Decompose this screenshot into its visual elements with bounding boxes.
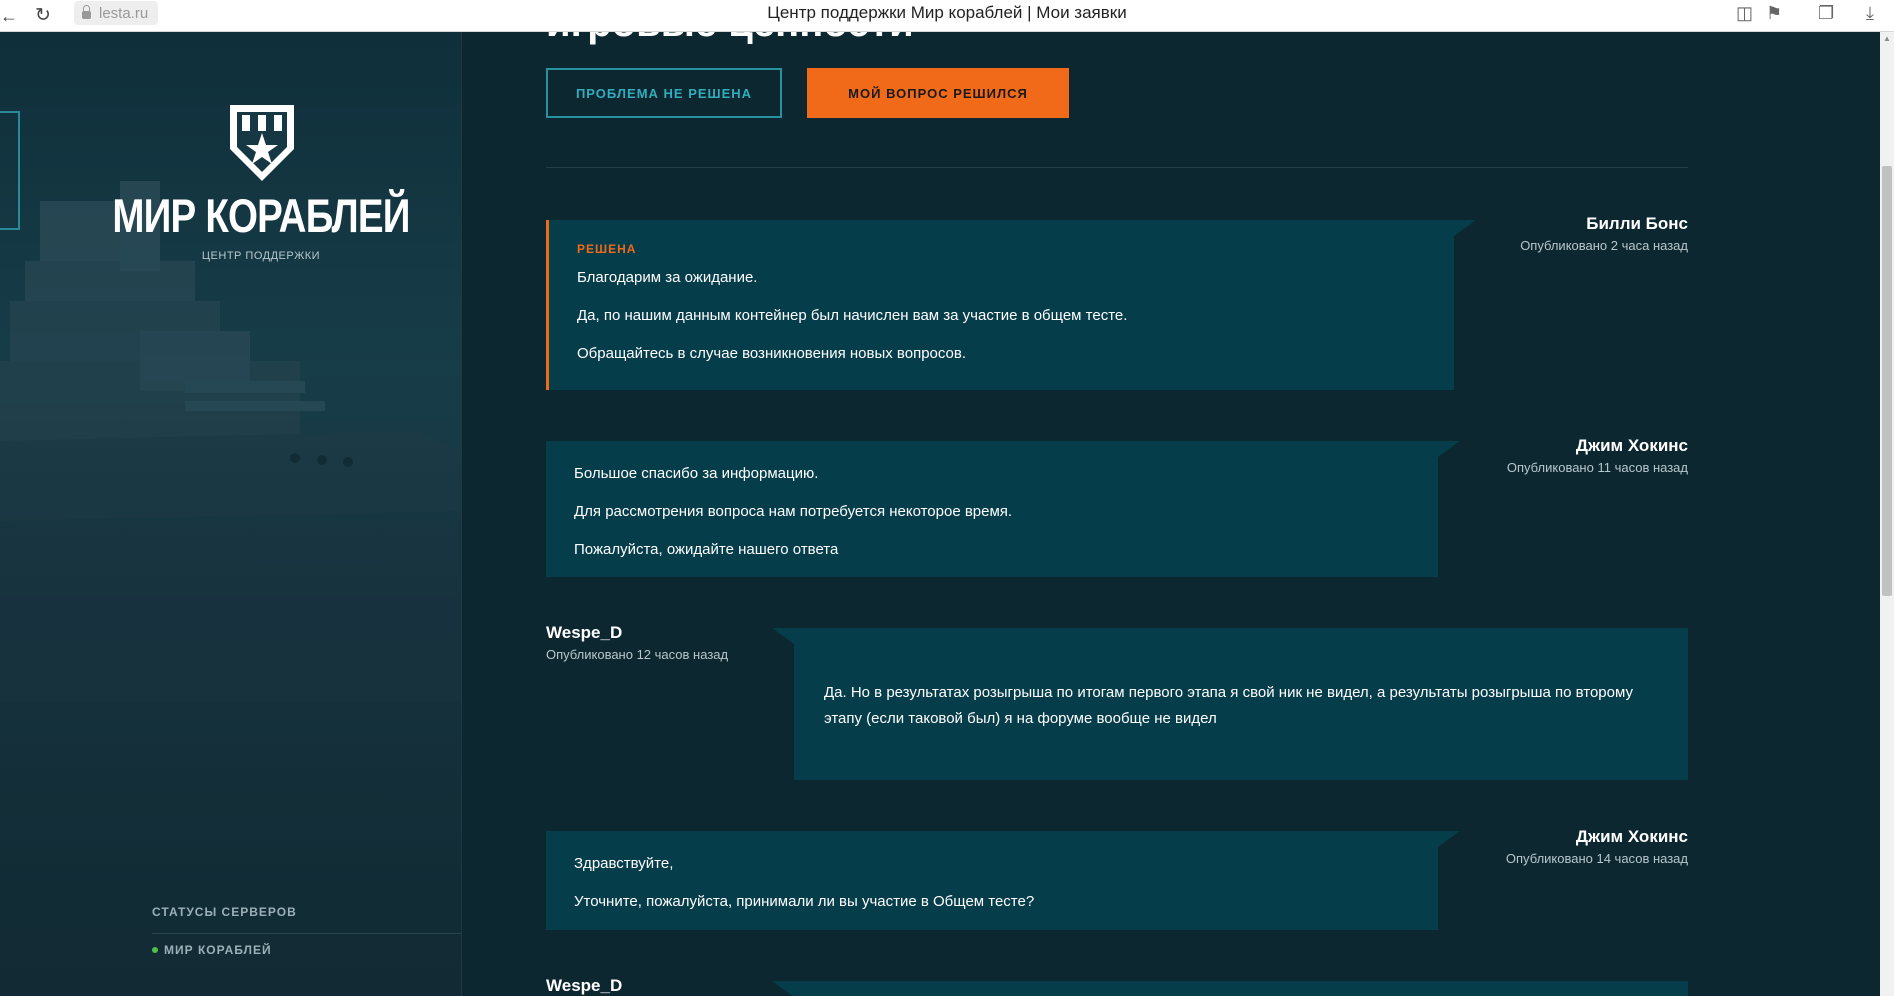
message-author: Джим Хокинс Опубликовано 14 часов назад bbox=[1506, 827, 1688, 866]
message-line: Уточните, пожалуйста, принимали ли вы уч… bbox=[574, 893, 1035, 910]
message-line: Большое спасибо за информацию. bbox=[574, 465, 819, 482]
status-badge: РЕШЕНА bbox=[577, 242, 637, 256]
message-line: Здравствуйте, bbox=[574, 855, 674, 872]
status-dot bbox=[152, 947, 158, 953]
message-line: Пожалуйста, ожидайте нашего ответа bbox=[574, 541, 839, 558]
server-name: МИР КОРАБЛЕЙ bbox=[164, 943, 272, 957]
side-feedback-tab[interactable] bbox=[0, 111, 20, 230]
logo-subtitle: ЦЕНТР ПОДДЕРЖКИ bbox=[201, 250, 321, 262]
message-author: Билли Бонс Опубликовано 2 часа назад bbox=[1520, 214, 1688, 253]
message-line: Да. Но в результатах розыгрыша по итогам… bbox=[824, 684, 1633, 727]
ticket-heading: игровые ценности bbox=[546, 31, 914, 46]
problem-not-solved-button[interactable]: ПРОБЛЕМА НЕ РЕШЕНА bbox=[546, 68, 782, 118]
message-support: РЕШЕНА Благодарим за ожидание. Да, по на… bbox=[546, 220, 1476, 390]
sidebar: МИР КОРАБЛЕЙ ЦЕНТР ПОДДЕРЖКИ СТАТУСЫ СЕР… bbox=[0, 31, 462, 996]
message-line: Да, по нашим данным контейнер был начисл… bbox=[577, 307, 1128, 324]
author-name: Wespe_D bbox=[546, 623, 623, 642]
message-author: Wespe_D Опубликовано 12 часов назад bbox=[546, 623, 728, 662]
message-pointer bbox=[772, 628, 794, 644]
page-scrollbar[interactable]: ▲ bbox=[1880, 31, 1894, 996]
publish-time: Опубликовано 11 часов назад bbox=[1506, 460, 1688, 475]
message-line: Для рассмотрения вопроса нам потребуется… bbox=[574, 503, 1013, 520]
logo-text[interactable]: МИР КОРАБЛЕЙ bbox=[47, 188, 461, 243]
publish-time: Опубликовано 12 часов назад bbox=[546, 647, 729, 662]
message-pointer bbox=[772, 981, 794, 996]
server-status-title: СТАТУСЫ СЕРВЕРОВ bbox=[152, 905, 297, 919]
collections-icon[interactable]: ❐ bbox=[1818, 3, 1834, 24]
message-line: Благодарим за ожидание. bbox=[577, 269, 758, 286]
message-support: Большое спасибо за информацию. Для рассм… bbox=[546, 441, 1460, 577]
author-name: Джим Хокинс bbox=[1575, 436, 1688, 455]
question-solved-button[interactable]: МОЙ ВОПРОС РЕШИЛСЯ bbox=[807, 68, 1069, 118]
page-title: Центр поддержки Мир кораблей | Мои заявк… bbox=[767, 3, 1127, 22]
message-pointer bbox=[1438, 831, 1460, 847]
message-user: Да. Но в результатах розыгрыша по итогам… bbox=[772, 628, 1688, 780]
browser-toolbar: ← ↻ lesta.ru Центр поддержки Мир корабле… bbox=[0, 0, 1894, 32]
download-icon[interactable]: ⤓ bbox=[1866, 3, 1874, 24]
author-name: Wespe_D bbox=[546, 976, 623, 995]
publish-time: Опубликовано 2 часа назад bbox=[1520, 238, 1688, 253]
translate-icon[interactable]: ◫ bbox=[1736, 3, 1753, 24]
bookmark-icon[interactable]: ⚑ bbox=[1766, 3, 1782, 24]
emblem-icon bbox=[230, 105, 294, 181]
sidebar-divider bbox=[152, 933, 461, 934]
divider bbox=[546, 167, 1688, 168]
author-name: Джим Хокинс bbox=[1575, 827, 1688, 846]
author-name: Билли Бонс bbox=[1586, 214, 1688, 233]
message-author: Wespe_D bbox=[546, 976, 622, 996]
message-pointer bbox=[1438, 441, 1460, 457]
message-author: Джим Хокинс Опубликовано 11 часов назад bbox=[1507, 436, 1688, 475]
main-content: игровые ценности ПРОБЛЕМА НЕ РЕШЕНА МОЙ … bbox=[462, 31, 1880, 996]
scroll-thumb[interactable] bbox=[1882, 166, 1892, 596]
publish-time: Опубликовано 14 часов назад bbox=[1505, 851, 1688, 866]
server-status-item[interactable]: МИР КОРАБЛЕЙ bbox=[152, 943, 272, 957]
scroll-up-icon[interactable]: ▲ bbox=[1883, 34, 1891, 43]
message-user bbox=[772, 981, 1688, 996]
message-line: Обращайтесь в случае возникновения новых… bbox=[577, 345, 967, 362]
message-pointer bbox=[1454, 220, 1476, 236]
message-support: Здравствуйте, Уточните, пожалуйста, прин… bbox=[546, 831, 1460, 930]
